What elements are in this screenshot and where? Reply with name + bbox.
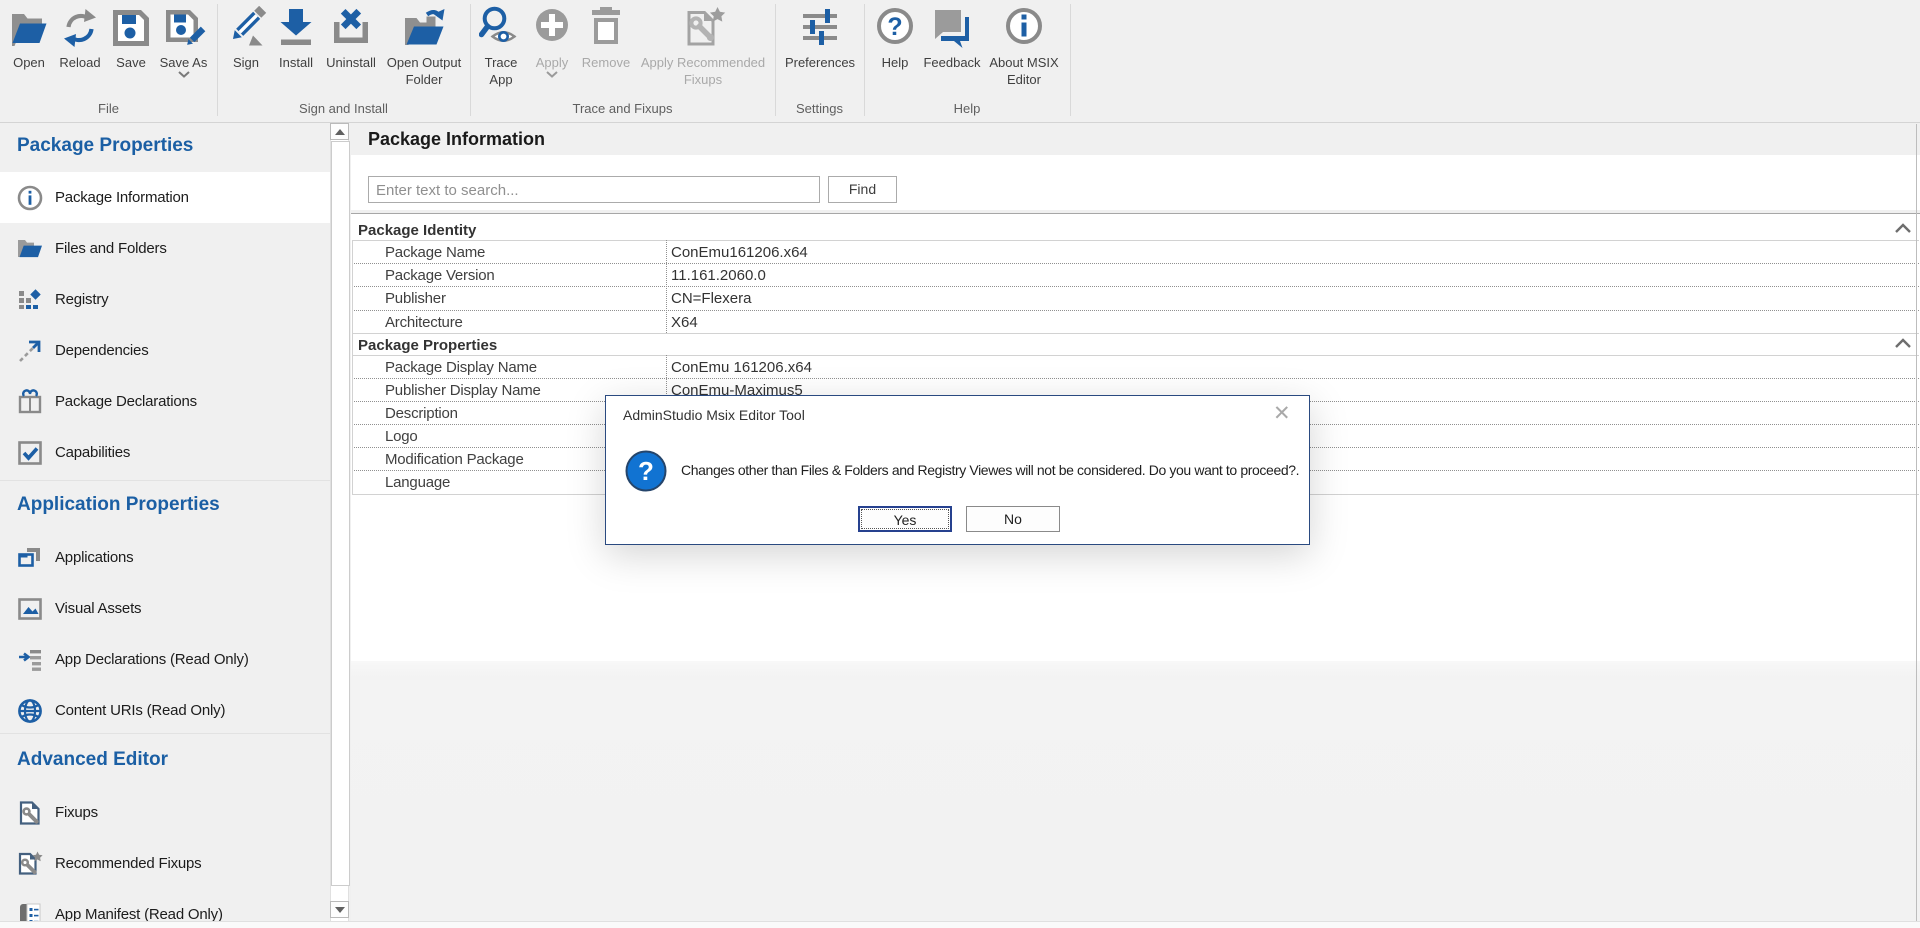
svg-text:?: ? <box>887 13 902 41</box>
svg-text:?: ? <box>638 456 654 486</box>
